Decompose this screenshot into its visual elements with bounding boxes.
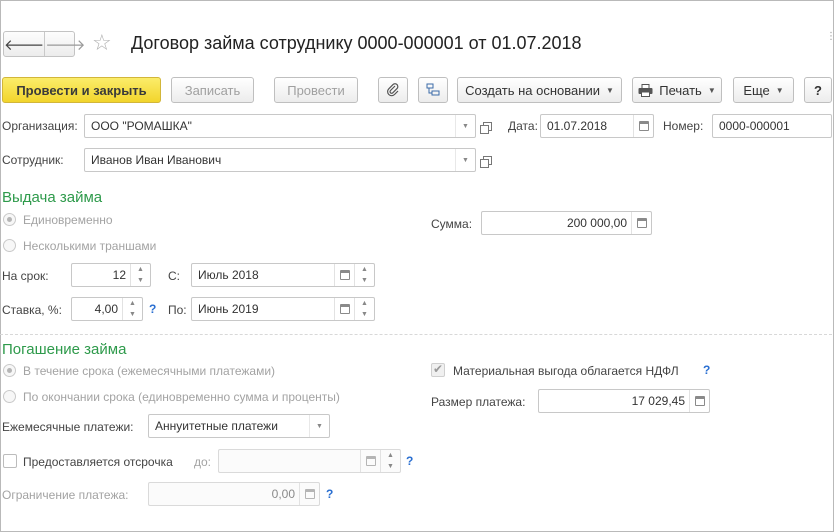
radio-during-term-label: В течение срока (ежемесячными платежами) [23,364,276,378]
more-label: Еще [743,82,770,98]
print-button[interactable]: Печать ▼ [632,77,722,103]
print-label: Печать [659,82,702,98]
back-arrow-icon[interactable]: 🡐 [4,32,44,56]
to-label: По: [168,303,187,317]
stepper-icon[interactable]: ▲ ▼ [380,450,400,472]
payment-limit-help-icon[interactable]: ? [326,487,333,501]
calendar-icon[interactable] [360,450,380,472]
window-menu-icon[interactable]: ⋮ [826,32,834,42]
organization-field[interactable]: ООО "РОМАШКА" ▼ [84,114,476,138]
from-period-field[interactable]: Июль 2018 ▲ ▼ [191,263,375,287]
help-button[interactable]: ? [804,77,832,103]
payment-limit-value: 0,00 [271,487,295,501]
nav-buttons: 🡐 🡒 [3,31,85,57]
chevron-down-icon: ▼ [605,85,614,95]
more-button[interactable]: Еще ▼ [733,77,794,103]
hierarchy-icon [426,83,440,96]
term-value: 12 [112,268,126,282]
issue-section-title: Выдача займа [2,189,103,206]
calculator-icon[interactable] [689,390,709,412]
radio-during-term[interactable] [3,364,16,377]
radio-once-label: Единовременно [23,213,113,227]
organization-label: Организация: [2,119,78,133]
rate-field[interactable]: 4,00 ▲ ▼ [71,297,143,321]
payment-limit-field[interactable]: 0,00 [148,482,320,506]
paperclip-icon [387,83,399,97]
page-title: Договор займа сотруднику 0000-000001 от … [131,33,582,53]
to-period-value: Июнь 2019 [198,302,259,316]
create-based-on-label: Создать на основании [465,82,600,98]
chevron-down-icon: ▼ [775,85,784,95]
date-label: Дата: [508,119,538,133]
write-button[interactable]: Записать [171,77,254,103]
from-period-value: Июль 2018 [198,268,259,282]
deferral-until-field[interactable]: ▲ ▼ [218,449,401,473]
calculator-icon[interactable] [299,483,319,505]
term-label: На срок: [2,269,49,283]
payment-size-label: Размер платежа: [431,395,526,409]
stepper-icon[interactable]: ▲ ▼ [354,298,374,320]
sum-field[interactable]: 200 000,00 [481,211,652,235]
radio-tranches-label: Несколькими траншами [23,239,157,253]
date-value: 01.07.2018 [547,119,608,133]
dropdown-arrow-icon[interactable]: ▼ [455,115,475,137]
employee-label: Сотрудник: [2,153,64,167]
chevron-down-icon: ▼ [707,85,716,95]
radio-tranches[interactable] [3,239,16,252]
attach-button[interactable] [378,77,408,103]
create-based-on-button[interactable]: Создать на основании ▼ [457,77,622,103]
benefit-help-icon[interactable]: ? [703,363,710,377]
number-label: Номер: [663,119,704,133]
favorite-star-icon[interactable]: ☆ [92,30,112,56]
dropdown-arrow-icon[interactable]: ▼ [309,415,329,437]
monthly-payments-label: Ежемесячные платежи: [2,420,134,434]
until-label: до: [194,455,212,469]
radio-end-of-term-label: По окончании срока (единовременно сумма … [23,390,340,404]
radio-end-of-term[interactable] [3,390,16,403]
rate-value: 4,00 [94,302,118,316]
benefit-taxed-checkbox[interactable] [431,362,445,377]
rate-label: Ставка, %: [2,303,62,317]
calculator-icon[interactable] [631,212,651,234]
post-and-close-button[interactable]: Провести и закрыть [2,77,161,103]
calendar-icon[interactable] [334,298,354,320]
monthly-payments-value: Аннуитетные платежи [155,419,278,433]
number-field[interactable]: 0000-000001 [712,114,832,138]
payment-limit-label: Ограничение платежа: [2,488,129,502]
stepper-icon[interactable]: ▲ ▼ [130,264,150,286]
payment-size-field[interactable]: 17 029,45 [538,389,710,413]
to-period-field[interactable]: Июнь 2019 ▲ ▼ [191,297,375,321]
date-field[interactable]: 01.07.2018 [540,114,654,138]
rate-help-icon[interactable]: ? [149,302,156,316]
employee-value: Иванов Иван Иванович [91,153,222,167]
stepper-icon[interactable]: ▲ ▼ [122,298,142,320]
sum-label: Сумма: [431,217,473,231]
forward-arrow-icon[interactable]: 🡒 [44,32,85,56]
dropdown-arrow-icon[interactable]: ▼ [455,149,475,171]
calendar-icon[interactable] [334,264,354,286]
stepper-icon[interactable]: ▲ ▼ [354,264,374,286]
open-organization-icon[interactable] [478,115,496,137]
post-button[interactable]: Провести [274,77,358,103]
open-employee-icon[interactable] [478,149,496,171]
deferral-checkbox[interactable] [3,454,17,468]
employee-field[interactable]: Иванов Иван Иванович ▼ [84,148,476,172]
organization-value: ООО "РОМАШКА" [91,119,192,133]
number-value: 0000-000001 [719,119,790,133]
calendar-icon[interactable] [633,115,653,137]
structure-button[interactable] [418,77,448,103]
monthly-payments-select[interactable]: Аннуитетные платежи ▼ [148,414,330,438]
payment-size-value: 17 029,45 [631,394,685,408]
term-field[interactable]: 12 ▲ ▼ [71,263,151,287]
repay-section-title: Погашение займа [2,341,127,358]
deferral-label: Предоставляется отсрочка [23,455,173,469]
sum-value: 200 000,00 [566,216,627,230]
printer-icon [638,83,653,97]
from-label: С: [168,269,180,283]
deferral-help-icon[interactable]: ? [406,454,413,468]
benefit-taxed-label: Материальная выгода облагается НДФЛ [453,364,679,378]
section-divider [0,334,832,335]
radio-once[interactable] [3,213,16,226]
